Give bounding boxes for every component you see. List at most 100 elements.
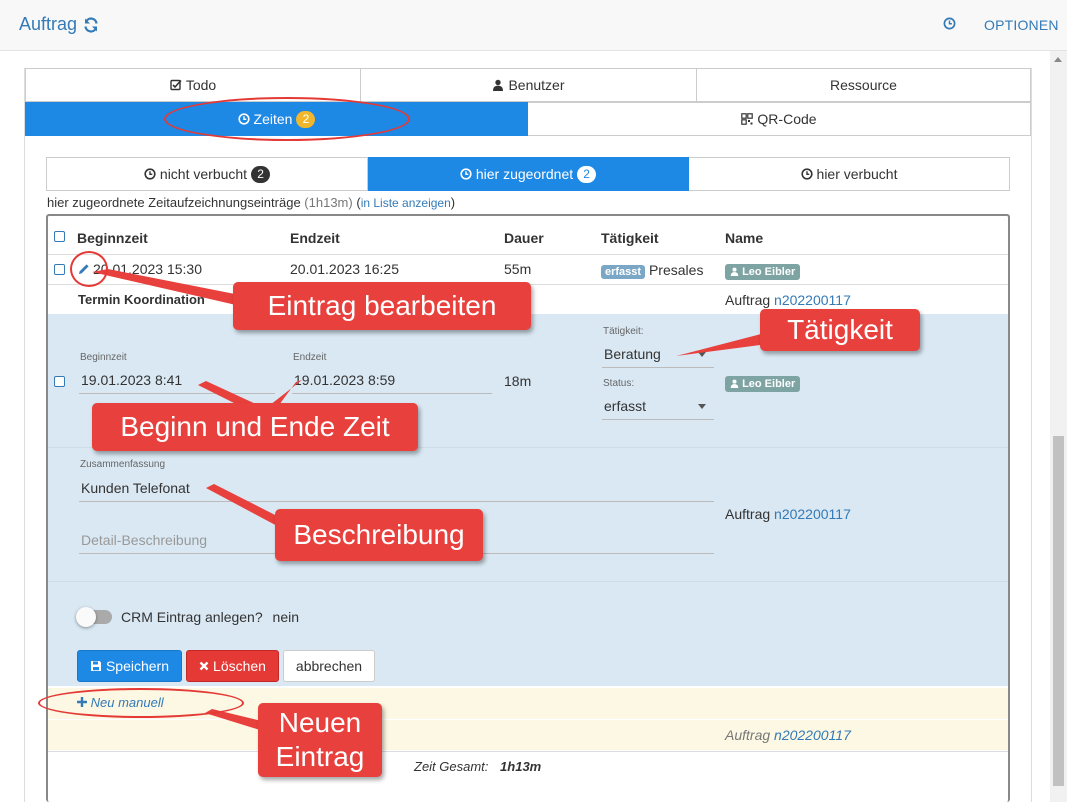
save-label: Speichern — [105, 658, 170, 674]
annotation-new-entry-line1: Neuen — [278, 707, 362, 739]
row-summary: Termin Koordination — [78, 292, 205, 307]
col-header-name[interactable]: Name — [725, 230, 763, 246]
col-header-duration[interactable]: Dauer — [504, 230, 544, 246]
info-line: hier zugeordnete Zeitaufzeichnungseinträ… — [47, 195, 455, 210]
end-label: Endzeit — [293, 352, 327, 363]
row-duration: 55m — [504, 261, 532, 277]
subtab-nicht-verbucht-label: nicht verbucht — [159, 166, 248, 182]
refresh-icon[interactable] — [83, 16, 99, 33]
page-title: Auftrag — [19, 14, 78, 34]
chevron-down-icon — [698, 404, 706, 409]
subtab-hier-verbucht[interactable]: hier verbucht — [689, 157, 1010, 191]
tab-todo-label: Todo — [185, 77, 217, 93]
annotation-begin-end: Beginn und Ende Zeit — [92, 403, 418, 451]
total-label: Zeit Gesamt: — [414, 759, 489, 774]
col-header-begin[interactable]: Beginnzeit — [77, 230, 148, 246]
tabs-row-1: Todo Benutzer Ressource — [25, 68, 1031, 102]
scroll-up-icon[interactable] — [1054, 57, 1062, 62]
crm-toggle[interactable] — [76, 607, 112, 627]
crm-value: nein — [272, 609, 299, 625]
user-icon — [493, 79, 504, 91]
info-duration: (1h13m) — [304, 195, 353, 210]
info-text: hier zugeordnete Zeitaufzeichnungseinträ… — [47, 195, 301, 210]
begin-time-input[interactable]: 19.01.2023 8:41 — [79, 366, 275, 394]
annotation-new-entry-line2: Eintrag — [275, 741, 365, 772]
auftrag-link[interactable]: n202200117 — [774, 727, 851, 743]
top-navbar: Auftrag OPTIONEN — [0, 0, 1067, 51]
tab-qrcode[interactable]: QR-Code — [528, 102, 1031, 136]
highlight-ring — [164, 97, 410, 141]
user-badge: Leo Eibler — [725, 264, 801, 280]
clock-icon — [460, 168, 472, 180]
show-in-list-link[interactable]: in Liste anzeigen — [361, 196, 451, 210]
subtab-hier-verbucht-label: hier verbucht — [816, 166, 898, 182]
row-activity: Presales — [648, 262, 704, 278]
row-checkbox[interactable] — [54, 376, 65, 387]
row-end-time: 20.01.2023 16:25 — [290, 261, 399, 277]
highlight-ring — [70, 251, 108, 287]
edit-entry-form: Beginnzeit 19.01.2023 8:41 Endzeit 19.01… — [48, 314, 1008, 686]
auftrag-label: Auftrag — [725, 292, 771, 308]
select-all-checkbox[interactable] — [54, 231, 65, 242]
annotation-description: Beschreibung — [275, 509, 483, 561]
status-badge: erfasst — [601, 265, 646, 279]
tab-ressource-label: Ressource — [830, 77, 897, 93]
user-name: Leo Eibler — [742, 378, 796, 390]
row-begin-time: 20.01.2023 15:30 — [93, 261, 202, 277]
scroll-thumb[interactable] — [1053, 436, 1064, 786]
auftrag-link[interactable]: n202200117 — [774, 292, 851, 308]
annotation-edit-entry: Eintrag bearbeiten — [233, 282, 531, 330]
subtab-hier-zugeordnet[interactable]: hier zugeordnet 2 — [368, 157, 689, 191]
user-icon — [730, 267, 739, 276]
new-entry-footer-row: Auftrag n202200117 — [48, 720, 1008, 750]
clock-icon — [144, 168, 156, 180]
edit-duration: 18m — [504, 373, 532, 389]
toggle-knob[interactable] — [76, 607, 96, 627]
auftrag-label: Auftrag — [725, 727, 771, 743]
summary-input[interactable]: Kunden Telefonat — [79, 474, 714, 502]
delete-label: Löschen — [213, 658, 266, 674]
floppy-disk-icon — [90, 661, 101, 671]
activity-label: Tätigkeit: — [603, 326, 644, 337]
vertical-scrollbar[interactable] — [1050, 51, 1067, 802]
tab-ressource[interactable]: Ressource — [697, 68, 1031, 102]
check-square-icon — [170, 79, 182, 91]
nicht-verbucht-count-badge: 2 — [251, 165, 271, 183]
status-label: Status: — [603, 378, 635, 389]
chevron-down-icon — [698, 352, 706, 357]
row-checkbox[interactable] — [54, 264, 65, 275]
clock-icon — [800, 168, 813, 180]
total-time: Zeit Gesamt: 1h13m — [414, 759, 541, 774]
tab-qrcode-label: QR-Code — [757, 111, 817, 127]
clock-icon[interactable] — [943, 17, 956, 30]
tab-benutzer-label: Benutzer — [508, 77, 565, 93]
annotation-activity: Tätigkeit — [760, 309, 920, 351]
subtab-hier-zugeordnet-label: hier zugeordnet — [475, 166, 574, 182]
options-menu[interactable]: OPTIONEN — [984, 17, 1059, 33]
user-badge: Leo Eibler — [725, 376, 801, 392]
subtabs-row: nicht verbucht 2 hier zugeordnet 2 hier … — [46, 157, 1010, 191]
col-header-end[interactable]: Endzeit — [290, 230, 340, 246]
total-value: 1h13m — [500, 759, 542, 774]
close-icon — [199, 661, 209, 671]
subtab-nicht-verbucht[interactable]: nicht verbucht 2 — [46, 157, 368, 191]
highlight-ring — [38, 688, 244, 718]
crm-label: CRM Eintrag anlegen? — [121, 609, 263, 625]
info-paren-close: ) — [450, 195, 456, 210]
annotation-new-entry: Neuen Eintrag — [258, 703, 382, 777]
tab-benutzer[interactable]: Benutzer — [361, 68, 697, 102]
delete-button[interactable]: Löschen — [186, 650, 279, 682]
save-button[interactable]: Speichern — [77, 650, 182, 682]
summary-label: Zusammenfassung — [80, 459, 166, 470]
auftrag-link[interactable]: n202200117 — [774, 506, 851, 522]
cancel-button[interactable]: abbrechen — [283, 650, 375, 682]
user-icon — [730, 379, 739, 388]
hier-zugeordnet-count-badge: 2 — [577, 165, 597, 183]
begin-label: Beginnzeit — [80, 352, 127, 363]
end-time-input[interactable]: 19.01.2023 8:59 — [292, 366, 492, 394]
user-name: Leo Eibler — [742, 266, 796, 278]
col-header-activity[interactable]: Tätigkeit — [601, 230, 659, 246]
qrcode-icon — [741, 113, 754, 125]
auftrag-label: Auftrag — [725, 506, 771, 522]
app-brand[interactable]: Auftrag — [19, 14, 99, 35]
